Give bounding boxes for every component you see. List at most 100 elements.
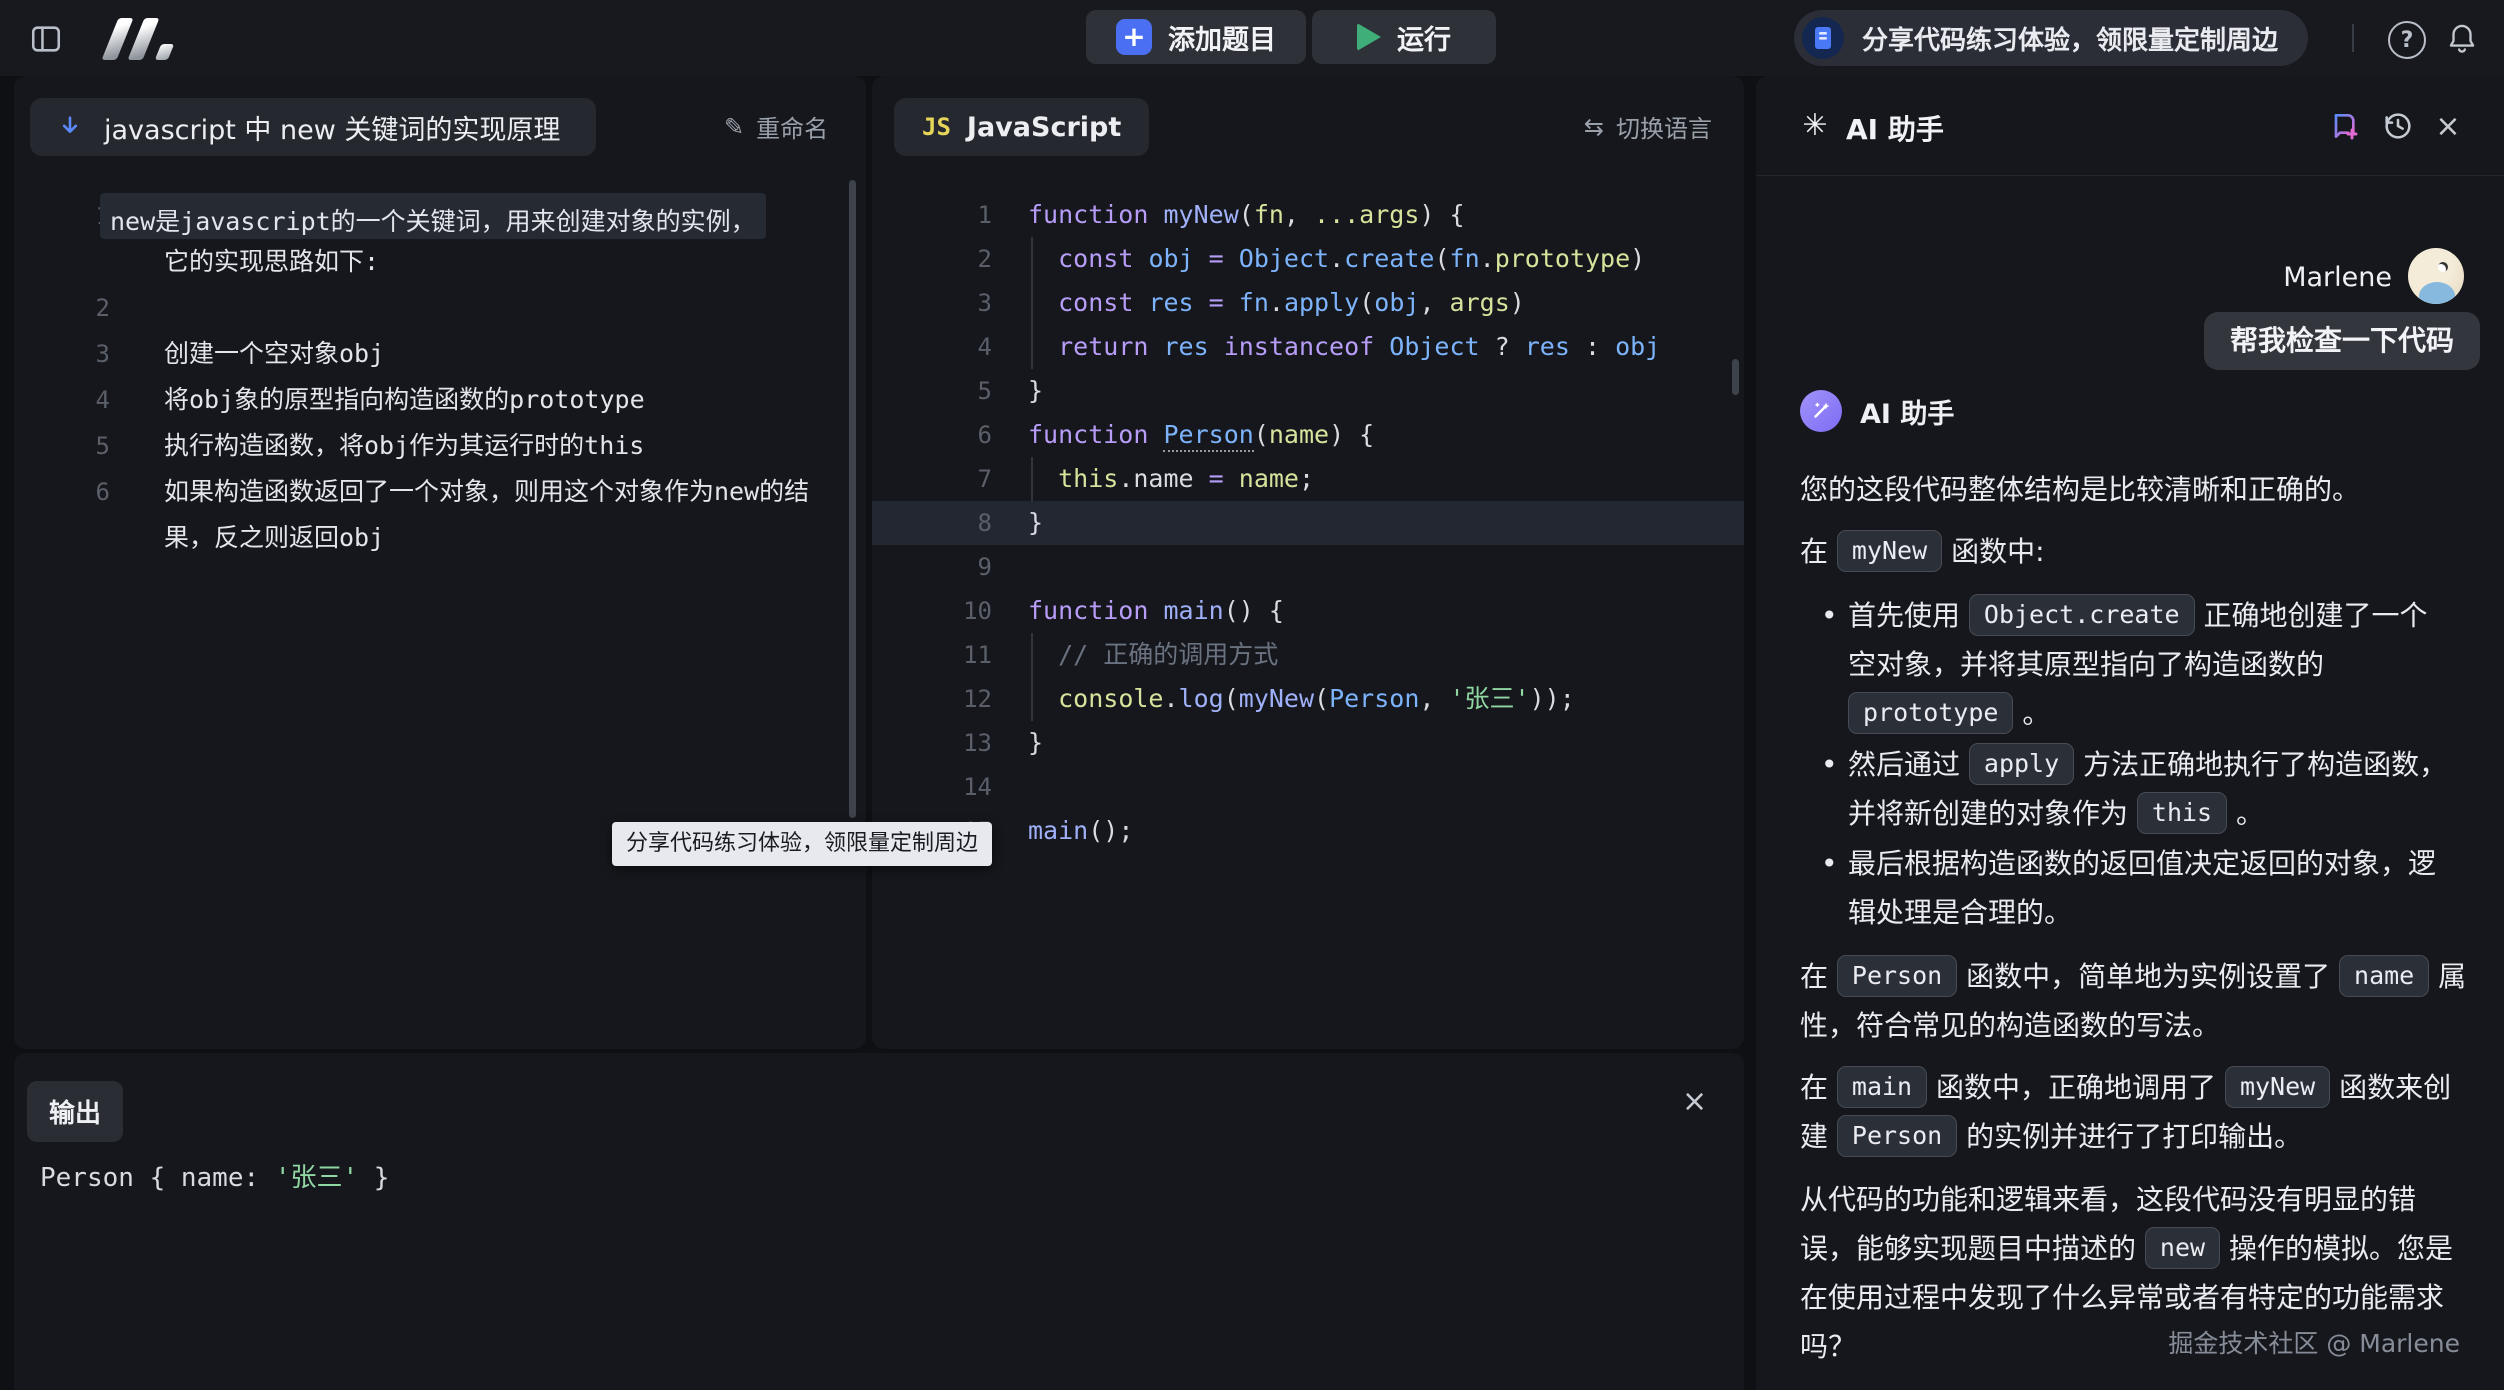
pencil-icon: ✎: [724, 113, 744, 141]
question-line[interactable]: 5执行构造函数，将obj作为其运行时的this: [14, 423, 866, 469]
question-title-chip[interactable]: javascript 中 new 关键词的实现原理: [30, 98, 596, 156]
community-watermark: 掘金技术社区 @ Marlene: [2168, 1324, 2460, 1360]
code-line-text: }: [1028, 501, 1043, 545]
code-line[interactable]: 2 const obj = Object.create(fn.prototype…: [872, 237, 1744, 281]
code-line[interactable]: 3 const res = fn.apply(obj, args): [872, 281, 1744, 325]
inline-code-chip: main: [1837, 1066, 1927, 1108]
output-tab[interactable]: 输出: [27, 1081, 123, 1142]
ai-assistant-panel: ✳ AI 助手 × Marlene 帮我检查一下代码 AI 助手 您的这段代码整…: [1756, 76, 2504, 1390]
line-number: 10: [872, 589, 992, 633]
code-line[interactable]: 7 this.name = name;: [872, 457, 1744, 501]
code-line[interactable]: 15main();: [872, 809, 1744, 853]
play-icon: [1357, 23, 1381, 51]
code-line[interactable]: 12 console.log(myNew(Person, '张三'));: [872, 677, 1744, 721]
question-title: javascript 中 new 关键词的实现原理: [104, 108, 560, 147]
swap-arrows-icon: ⇆: [1584, 113, 1604, 141]
assistant-text-line: 在使用过程中发现了什么异常或者有特定的功能需求: [1800, 1273, 2492, 1322]
question-line-text: 执行构造函数，将obj作为其运行时的this: [164, 423, 644, 469]
assistant-name: AI 助手: [1860, 392, 1954, 431]
question-editor[interactable]: 1new是javascript的一个关键词，用来创建对象的实例，它的实现思路如下…: [14, 193, 866, 561]
question-line[interactable]: 它的实现思路如下:: [14, 239, 866, 285]
download-arrow-icon: [56, 113, 84, 141]
code-line[interactable]: 5}: [872, 369, 1744, 413]
question-line[interactable]: 果，反之则返回obj: [14, 515, 866, 561]
journal-icon: [1802, 17, 1844, 59]
line-number: 1: [14, 193, 110, 239]
topbar-divider: [2352, 24, 2354, 52]
question-line[interactable]: 1new是javascript的一个关键词，用来创建对象的实例，: [14, 193, 866, 239]
question-line[interactable]: 4 将obj象的原型指向构造函数的prototype: [14, 377, 866, 423]
question-line-text: 果，反之则返回obj: [164, 515, 384, 561]
code-line[interactable]: 1function myNew(fn, ...args) {: [872, 193, 1744, 237]
code-scrollbar[interactable]: [1732, 359, 1739, 395]
language-tab[interactable]: JS JavaScript: [894, 98, 1149, 156]
code-line[interactable]: 10function main() {: [872, 589, 1744, 633]
output-close-icon[interactable]: ×: [1682, 1087, 1707, 1117]
history-icon[interactable]: [2380, 108, 2416, 144]
code-editor[interactable]: 1function myNew(fn, ...args) {2 const ob…: [872, 193, 1744, 853]
line-number: 3: [872, 281, 992, 325]
output-line: Person { name: '张三' }: [40, 1157, 389, 1194]
line-number: 5: [872, 369, 992, 413]
line-number: 1: [872, 193, 992, 237]
code-line[interactable]: 14: [872, 765, 1744, 809]
code-line-text: console.log(myNew(Person, '张三'));: [1028, 677, 1575, 721]
user-avatar[interactable]: [2408, 248, 2464, 304]
question-line[interactable]: 2: [14, 285, 866, 331]
line-number: 14: [872, 765, 992, 809]
ai-panel-close-icon[interactable]: ×: [2430, 108, 2466, 144]
assistant-text-line: 在 myNew 函数中:: [1800, 527, 2492, 576]
code-line-text: const res = fn.apply(obj, args): [1028, 281, 1525, 325]
line-number: 4: [872, 325, 992, 369]
indent-guide: [1031, 237, 1033, 369]
sidebar-toggle-icon[interactable]: [28, 21, 64, 57]
code-line[interactable]: 8}: [872, 501, 1744, 545]
promo-tooltip: 分享代码练习体验，领限量定制周边: [612, 822, 992, 866]
help-icon[interactable]: ?: [2388, 21, 2426, 59]
rename-button[interactable]: ✎ 重命名: [718, 108, 834, 145]
line-number: 9: [872, 545, 992, 589]
user-message-bubble: 帮我检查一下代码: [2204, 312, 2480, 370]
rename-label: 重命名: [756, 109, 828, 144]
indent-guide: [1031, 457, 1033, 501]
assistant-text-line: 您的这段代码整体结构是比较清晰和正确的。: [1800, 465, 2492, 514]
code-line[interactable]: 9: [872, 545, 1744, 589]
question-line-text: 将obj象的原型指向构造函数的prototype: [164, 377, 645, 423]
code-line[interactable]: 4 return res instanceof Object ? res : o…: [872, 325, 1744, 369]
notification-bell-icon[interactable]: [2444, 21, 2480, 57]
assistant-text-line: 空对象，并将其原型指向了构造函数的: [1800, 640, 2492, 689]
run-button[interactable]: 运行: [1312, 10, 1496, 64]
line-number: 6: [14, 469, 110, 515]
code-line[interactable]: 11 // 正确的调用方式: [872, 633, 1744, 677]
line-number: 3: [14, 331, 110, 377]
topbar: + 添加题目 运行 分享代码练习体验，领限量定制周边 ?: [0, 0, 2504, 76]
user-name: Marlene: [2283, 262, 2392, 293]
ai-panel-header: ✳ AI 助手 ×: [1756, 76, 2504, 176]
code-line-text: }: [1028, 721, 1043, 765]
code-line[interactable]: 13}: [872, 721, 1744, 765]
inline-code-chip: name: [2339, 955, 2429, 997]
question-line[interactable]: 3创建一个空对象obj: [14, 331, 866, 377]
promo-badge-label: 分享代码练习体验，领限量定制周边: [1862, 20, 2278, 57]
new-chat-icon[interactable]: [2326, 108, 2362, 144]
inline-code-chip: Object.create: [1969, 594, 2195, 636]
assistant-text-line: 最后根据构造函数的返回值决定返回的对象，逻: [1800, 839, 2492, 888]
question-scrollbar[interactable]: [849, 180, 856, 818]
promo-badge[interactable]: 分享代码练习体验，领限量定制周边: [1794, 10, 2308, 66]
switch-language-button[interactable]: ⇆ 切换语言: [1578, 108, 1718, 145]
line-number: [14, 515, 110, 561]
inline-code-chip: Person: [1837, 955, 1957, 997]
indent-guide: [1031, 633, 1033, 721]
app-logo[interactable]: [100, 16, 180, 62]
add-question-button[interactable]: + 添加题目: [1086, 10, 1306, 64]
code-line[interactable]: 6function Person(name) {: [872, 413, 1744, 457]
code-line-text: function Person(name) {: [1028, 413, 1374, 457]
question-line[interactable]: 6 如果构造函数返回了一个对象，则用这个对象作为new的结: [14, 469, 866, 515]
question-line-text: 如果构造函数返回了一个对象，则用这个对象作为new的结: [164, 469, 809, 515]
add-question-label: 添加题目: [1168, 18, 1276, 57]
line-number: 4: [14, 377, 110, 423]
assistant-text-line: prototype 。: [1800, 689, 2492, 738]
switch-language-label: 切换语言: [1616, 109, 1712, 144]
assistant-text-line: 首先使用 Object.create 正确地创建了一个: [1800, 591, 2492, 640]
assistant-text-line: 建 Person 的实例并进行了打印输出。: [1800, 1112, 2492, 1161]
